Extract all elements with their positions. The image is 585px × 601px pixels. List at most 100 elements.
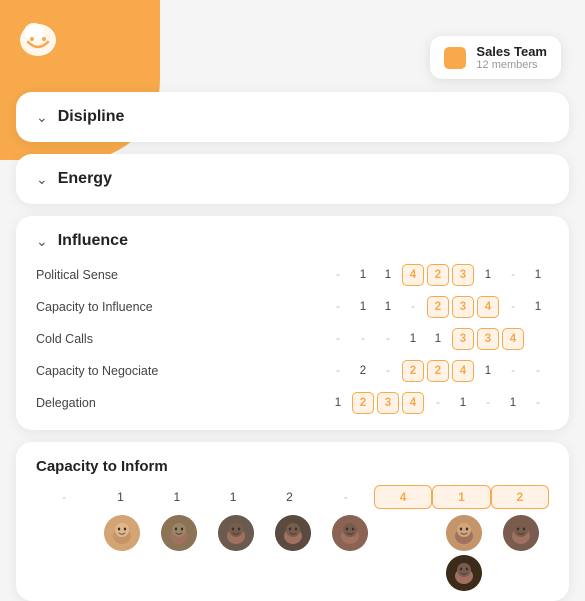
score-cell: -: [402, 296, 424, 318]
score-cell: 2: [427, 264, 449, 286]
skill-name: Delegation: [36, 396, 181, 410]
discipline-title: Disipline: [58, 108, 125, 126]
avatar: [275, 515, 311, 551]
score-cell: 1: [377, 296, 399, 318]
inform-score-cell: -: [318, 486, 374, 508]
skill-row: Capacity to Influence -11-234-1: [36, 296, 549, 318]
skill-row: Political Sense -114231-1: [36, 264, 549, 286]
energy-section: ⌄ Energy: [16, 154, 569, 204]
score-cell: 1: [477, 360, 499, 382]
skill-name: Capacity to Negociate: [36, 364, 181, 378]
skill-row: Capacity to Negociate-2-2241--: [36, 360, 549, 382]
inform-score-cell: 1: [149, 486, 205, 508]
score-cell: 2: [352, 392, 374, 414]
influence-title: Influence: [58, 232, 128, 250]
score-cell: -: [477, 392, 499, 414]
inform-score-cell: 1: [205, 486, 261, 508]
inform-avatars-row: [36, 515, 549, 591]
discipline-header[interactable]: ⌄ Disipline: [36, 108, 549, 126]
score-cell: 4: [402, 392, 424, 414]
score-cell: -: [377, 360, 399, 382]
score-cell: 1: [327, 392, 349, 414]
score-cell: [527, 328, 549, 350]
energy-header[interactable]: ⌄ Energy: [36, 170, 549, 188]
score-cell: 1: [377, 264, 399, 286]
score-cell: 2: [352, 360, 374, 382]
score-cell: 2: [427, 296, 449, 318]
logo: [12, 12, 64, 64]
score-cell: 3: [477, 328, 499, 350]
influence-section: ⌄ Influence Political Sense-114231-1Capa…: [16, 216, 569, 430]
avatar: [446, 555, 482, 591]
score-cell: 4: [477, 296, 499, 318]
inform-score-cell: 2: [491, 485, 549, 509]
sales-team-members: 12 members: [476, 59, 547, 71]
inform-score-cell: 4: [374, 485, 432, 509]
main-content: ⌄ Disipline ⌄ Energy ⌄ Influence Politic…: [16, 92, 569, 601]
score-cell: -: [527, 360, 549, 382]
score-cell: 1: [352, 264, 374, 286]
skill-scores: -11-234-1: [327, 296, 549, 318]
capacity-to-inform-section: Capacity to Inform -1112-412: [16, 442, 569, 601]
score-cell: 1: [527, 264, 549, 286]
score-cell: 2: [402, 360, 424, 382]
score-cell: -: [327, 360, 349, 382]
inform-score-cell: 2: [261, 486, 317, 508]
score-cell: 3: [377, 392, 399, 414]
avatar-column: [150, 515, 207, 551]
score-cell: 1: [527, 296, 549, 318]
avatar-column: [264, 515, 321, 551]
score-cell: -: [327, 296, 349, 318]
score-cell: 4: [452, 360, 474, 382]
skill-scores: -2-2241--: [327, 360, 549, 382]
chevron-down-icon: ⌄: [36, 233, 48, 250]
skill-scores: ---11334: [327, 328, 549, 350]
skill-rows: Political Sense-114231-1Capacity to Infl…: [36, 264, 549, 414]
avatar-column: [207, 515, 264, 551]
inform-score-cell: 1: [92, 486, 148, 508]
score-cell: -: [502, 296, 524, 318]
score-cell: 1: [477, 264, 499, 286]
skill-scores: -114231-1: [327, 264, 549, 286]
score-cell: 1: [502, 392, 524, 414]
avatar-column: [321, 515, 378, 551]
avatar: [104, 515, 140, 551]
score-cell: -: [502, 360, 524, 382]
sales-team-icon: [444, 47, 466, 69]
score-cell: 1: [402, 328, 424, 350]
inform-title: Capacity to Inform: [36, 458, 549, 475]
score-cell: -: [377, 328, 399, 350]
discipline-section: ⌄ Disipline: [16, 92, 569, 142]
sales-team-text: Sales Team 12 members: [476, 44, 547, 71]
influence-header[interactable]: ⌄ Influence: [36, 232, 549, 250]
skill-row: Delegation1234-1-1-: [36, 392, 549, 414]
inform-score-cell: 1: [432, 485, 490, 509]
score-cell: 1: [427, 328, 449, 350]
sales-team-name: Sales Team: [476, 44, 547, 59]
score-cell: -: [502, 264, 524, 286]
chevron-down-icon: ⌄: [36, 171, 48, 188]
skill-scores: 1234-1-1-: [327, 392, 549, 414]
skill-name: Capacity to Influence: [36, 300, 181, 314]
score-cell: 2: [427, 360, 449, 382]
inform-score-cell: -: [36, 486, 92, 508]
score-cell: 1: [452, 392, 474, 414]
score-cell: 3: [452, 328, 474, 350]
skill-row: Cold Calls---11334: [36, 328, 549, 350]
avatar: [218, 515, 254, 551]
energy-title: Energy: [58, 170, 112, 188]
score-cell: 4: [502, 328, 524, 350]
inform-scores-row: -1112-412: [36, 485, 549, 509]
score-cell: -: [327, 328, 349, 350]
score-cell: 1: [352, 296, 374, 318]
skill-name: Political Sense: [36, 268, 181, 282]
avatar: [161, 515, 197, 551]
avatar-column: [93, 515, 150, 551]
avatar-column: [492, 515, 549, 551]
app-container: Sales Team 12 members ⌄ Disipline ⌄ Ener…: [0, 0, 585, 600]
score-cell: 4: [402, 264, 424, 286]
score-cell: -: [352, 328, 374, 350]
score-cell: 3: [452, 264, 474, 286]
avatar: [446, 515, 482, 551]
avatar: [503, 515, 539, 551]
